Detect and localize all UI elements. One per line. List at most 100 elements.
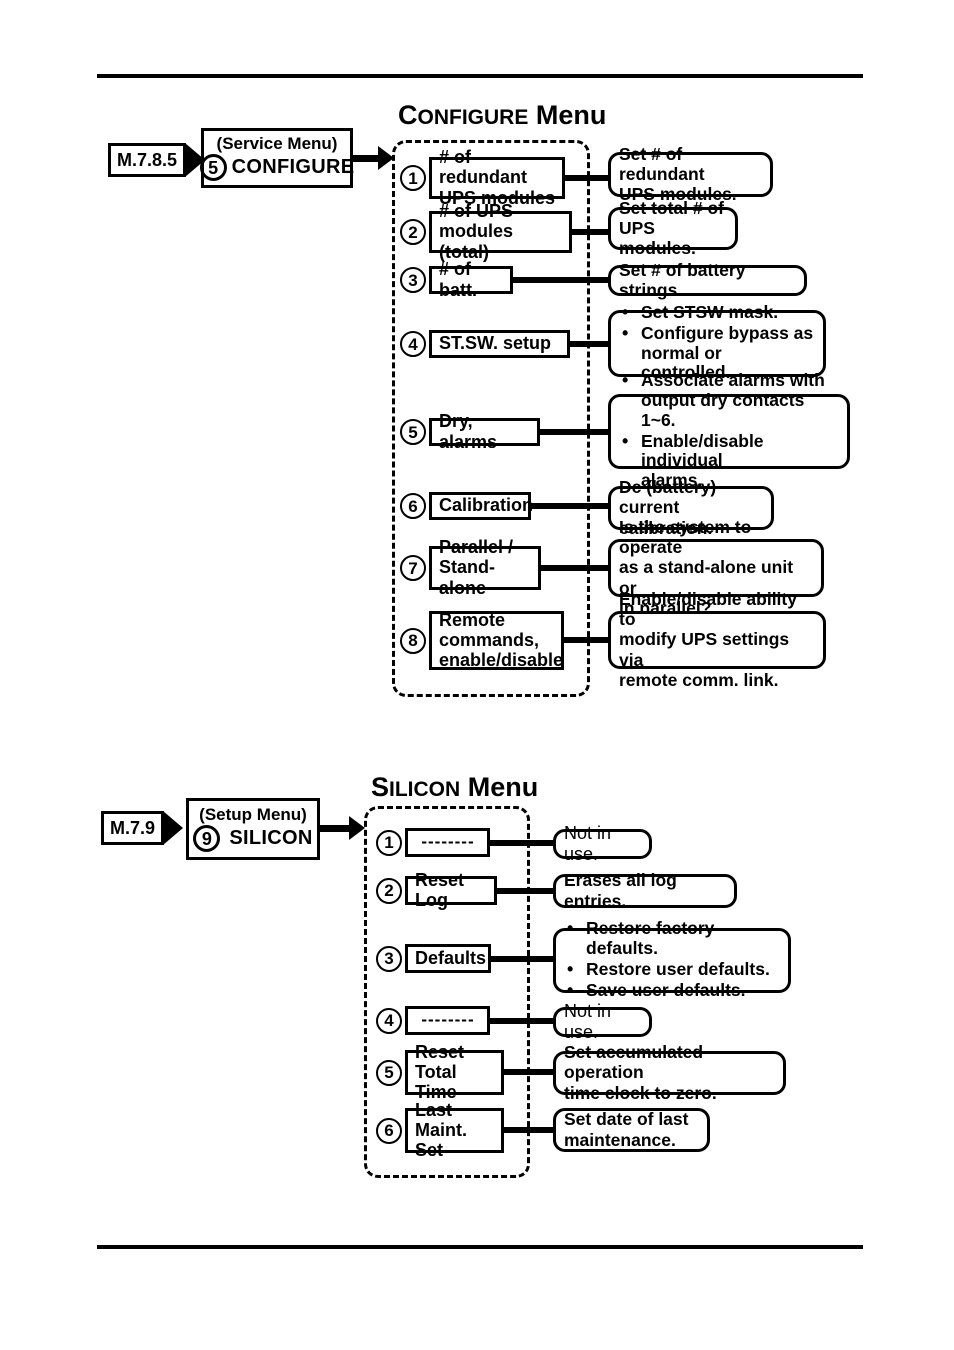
desc-box-silicon-4: Not in use.	[553, 1001, 652, 1042]
menu-item-silicon-2[interactable]: 2 Reset Log	[376, 870, 497, 910]
menu-item-silicon-3[interactable]: 3 Defaults	[376, 944, 491, 973]
desc-line2: time clock to zero.	[564, 1082, 717, 1103]
flow-arrow-shaft	[353, 154, 379, 162]
title-menu-word: Menu	[467, 772, 539, 802]
circled-number-icon: 5	[199, 154, 227, 182]
menu-item-silicon-4[interactable]: 4 --------	[376, 1006, 490, 1035]
menu-item-label: Reset Total Time	[405, 1042, 504, 1102]
header-rule	[97, 74, 863, 78]
desc-line1: Set # of battery strings.	[619, 259, 746, 300]
connector-silicon-3	[490, 956, 556, 962]
desc-bullet-item: Restore user defaults.	[567, 959, 780, 980]
menu-item-label-line3: enable/disable	[439, 650, 564, 671]
title-smallcaps: ONFIGURE	[417, 106, 529, 129]
circled-number-icon: 8	[400, 627, 426, 654]
circled-number-icon: 9	[193, 825, 221, 853]
menu-item-silicon-6[interactable]: 6 Last Maint. Set	[376, 1100, 504, 1160]
desc-line1: Set total # of	[619, 197, 725, 218]
desc-line1: Not in use.	[564, 822, 612, 864]
desc-box-configure-1: Set # of redundant UPS modules.	[608, 144, 773, 204]
circled-number-icon: 4	[376, 1007, 402, 1034]
menu-item-configure-2[interactable]: 2 # of UPS modules (total)	[400, 201, 572, 262]
origin-box-silicon[interactable]: (Setup Menu) 9 SILICON	[186, 798, 320, 860]
desc-box-configure-4: Set STSW mask. Configure bypass asnormal…	[608, 302, 826, 382]
ref-tag-silicon: M.7.9	[101, 811, 184, 845]
circled-number-icon: 7	[400, 555, 426, 581]
menu-item-label-line2: commands,	[439, 629, 540, 650]
menu-item-configure-1[interactable]: 1 # of redundant UPS modules	[400, 147, 565, 208]
menu-item-label: Reset Log	[405, 870, 497, 910]
connector-silicon-2	[496, 888, 556, 894]
menu-item-label-line2: Set	[415, 1140, 444, 1161]
menu-item-label-line1: # of redundant	[439, 147, 527, 188]
menu-item-label: Dry, alarms	[429, 411, 540, 452]
title-lead-letter: S	[371, 772, 390, 802]
menu-item-label: Calibration	[429, 492, 533, 520]
circled-number-icon: 2	[376, 877, 402, 904]
desc-line3: remote comm. link.	[619, 669, 779, 690]
menu-item-label-line1: Last Maint.	[415, 1099, 467, 1140]
menu-item-label: --------	[405, 1006, 490, 1035]
connector-configure-7	[541, 565, 617, 571]
origin-label: CONFIGURE	[231, 156, 355, 179]
desc-line1: Set date of last	[564, 1109, 689, 1130]
menu-item-label-line1: # of UPS	[439, 201, 514, 222]
title-word	[528, 100, 536, 130]
desc-line2: UPS modules.	[619, 217, 696, 259]
title-smallcaps: ILICON	[389, 778, 461, 801]
desc-bullet-list: Restore factory defaults. Restore user d…	[564, 918, 780, 1000]
desc-line1: Dc (battery)	[619, 477, 717, 498]
circled-number-icon: 5	[376, 1059, 402, 1086]
desc-line1: Is the system to operate	[619, 517, 752, 558]
menu-item-label: # of batt.	[429, 259, 513, 300]
circled-number-icon: 3	[400, 267, 426, 293]
flow-arrow-head-icon	[349, 816, 365, 840]
menu-item-label: --------	[405, 828, 490, 857]
menu-item-configure-6[interactable]: 6 Calibration	[400, 492, 533, 520]
menu-item-configure-7[interactable]: 7 Parallel / Stand-alone	[400, 537, 541, 598]
desc-box-configure-5: Associate alarms withoutput dry contacts…	[608, 370, 850, 490]
desc-box-configure-3: Set # of battery strings.	[608, 260, 807, 300]
title-lead-letter: C	[398, 100, 418, 130]
desc-box-silicon-1: Not in use.	[553, 823, 652, 864]
menu-item-configure-8[interactable]: 8 Remote commands, enable/disable	[400, 610, 564, 671]
desc-line1: Erases all log entries.	[564, 870, 677, 911]
origin-label: SILICON	[229, 827, 313, 850]
connector-configure-6	[531, 503, 617, 509]
flow-arrow-configure	[353, 146, 394, 170]
menu-item-configure-4[interactable]: 4 ST.SW. setup	[400, 330, 570, 358]
connector-configure-3	[512, 277, 617, 283]
title-space	[460, 772, 468, 802]
menu-item-label: Last Maint. Set	[405, 1100, 504, 1160]
menu-item-label-line2: Total Time	[415, 1061, 457, 1103]
ref-tag-arrow-icon	[163, 811, 184, 845]
connector-silicon-6	[503, 1127, 556, 1133]
menu-item-label: Defaults	[405, 944, 491, 973]
desc-line2: maintenance.	[564, 1129, 676, 1150]
menu-item-silicon-5[interactable]: 5 Reset Total Time	[376, 1042, 504, 1102]
desc-line1: Not in use.	[564, 1000, 612, 1042]
connector-silicon-1	[489, 840, 555, 846]
origin-subtitle: (Setup Menu)	[199, 804, 307, 824]
origin-box-configure[interactable]: (Service Menu) 5 CONFIGURE	[199, 128, 355, 188]
origin-subtitle: (Service Menu)	[216, 133, 338, 153]
desc-line1: Set accumulated operation	[564, 1042, 704, 1083]
desc-line1: Enable/disable ability to	[619, 589, 797, 630]
menu-item-silicon-1[interactable]: 1 --------	[376, 828, 490, 857]
configure-menu-title: CONFIGURE Menu	[398, 100, 606, 131]
desc-bullet-item: Restore factory defaults.	[567, 918, 780, 959]
menu-item-configure-5[interactable]: 5 Dry, alarms	[400, 411, 540, 452]
connector-configure-5	[540, 429, 617, 435]
circled-number-icon: 6	[376, 1117, 402, 1144]
ref-tag-configure: M.7.8.5	[108, 143, 206, 177]
connector-silicon-5	[503, 1069, 556, 1075]
flow-arrow-shaft	[320, 824, 350, 832]
desc-bullet-list: Associate alarms withoutput dry contacts…	[619, 370, 839, 491]
desc-bullet-item: Set STSW mask.	[622, 302, 815, 323]
desc-box-silicon-5: Set accumulated operation time clock to …	[553, 1042, 786, 1103]
menu-item-configure-3[interactable]: 3 # of batt.	[400, 259, 513, 300]
origin-main-row: 5 CONFIGURE	[199, 154, 355, 182]
origin-main-row: 9 SILICON	[193, 825, 313, 853]
menu-item-label: # of redundant UPS modules	[429, 147, 565, 208]
circled-number-icon: 1	[376, 829, 402, 856]
